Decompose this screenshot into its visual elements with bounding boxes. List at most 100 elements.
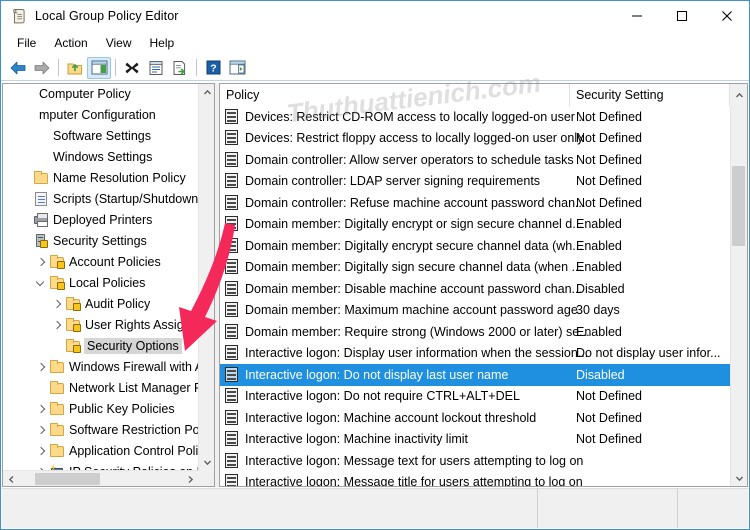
folder-icon [49, 422, 65, 438]
tree-hscroll-thumb[interactable] [35, 473, 100, 485]
menu-action[interactable]: Action [47, 33, 96, 53]
tree-item-security-settings[interactable]: Security Settings [3, 230, 198, 251]
table-row[interactable]: Domain member: Digitally encrypt secure … [220, 235, 730, 257]
table-row[interactable]: Domain member: Require strong (Windows 2… [220, 321, 730, 343]
tree-vertical-scrollbar[interactable] [198, 84, 214, 470]
tree-item-label: Scripts (Startup/Shutdown) [53, 191, 198, 206]
forward-icon[interactable] [30, 57, 54, 79]
list-scroll-up-icon[interactable] [731, 87, 747, 103]
tree-scroll-right-icon[interactable] [182, 471, 198, 486]
policy-list-pane[interactable]: Policy Security Setting Devices: Restric… [219, 83, 748, 487]
table-row[interactable]: Interactive logon: Do not require CTRL+A… [220, 386, 730, 408]
window-controls [614, 1, 749, 31]
policy-setting-icon [224, 366, 240, 383]
table-row[interactable]: Domain controller: LDAP server signing r… [220, 171, 730, 193]
chevron-right-icon[interactable] [49, 296, 65, 312]
tree-item-windows-firewall-with-advan[interactable]: Windows Firewall with Advan [3, 356, 198, 377]
table-row[interactable]: Devices: Restrict floppy access to local… [220, 128, 730, 150]
policy-name: Domain member: Disable machine account p… [245, 281, 582, 296]
folder-icon [49, 380, 65, 396]
tree-item-name-resolution-policy[interactable]: Name Resolution Policy [3, 167, 198, 188]
tree-scroll-up-icon[interactable] [199, 84, 214, 100]
menu-bar: File Action View Help [1, 31, 749, 55]
table-row[interactable]: Domain member: Digitally sign secure cha… [220, 257, 730, 279]
table-row[interactable]: Interactive logon: Message title for use… [220, 472, 730, 486]
tree-scroll-down-icon[interactable] [199, 454, 214, 470]
tree-item-security-options[interactable]: Security Options [3, 335, 198, 356]
tree-item-account-policies[interactable]: Account Policies [3, 251, 198, 272]
tree-item-audit-policy[interactable]: Audit Policy [3, 293, 198, 314]
table-row[interactable]: Domain member: Digitally encrypt or sign… [220, 214, 730, 236]
security-setting-value: 30 days [576, 303, 620, 318]
column-policy[interactable]: Policy [220, 84, 570, 106]
close-button[interactable] [704, 1, 749, 31]
chevron-right-icon[interactable] [33, 254, 49, 270]
column-security-setting[interactable]: Security Setting [570, 84, 730, 106]
policy-name: Domain member: Digitally encrypt or sign… [245, 217, 583, 232]
policy-name: Devices: Restrict CD-ROM access to local… [245, 109, 589, 124]
up-one-level-icon[interactable] [63, 57, 87, 79]
tree-item-scripts-startup-shutdown[interactable]: Scripts (Startup/Shutdown) [3, 188, 198, 209]
policy-setting-icon [224, 194, 240, 211]
table-row[interactable]: Domain member: Maximum machine account p… [220, 300, 730, 322]
menu-help[interactable]: Help [143, 33, 184, 53]
tree-item-public-key-policies[interactable]: Public Key Policies [3, 398, 198, 419]
chevron-right-icon[interactable] [33, 422, 49, 438]
console-tree-pane[interactable]: Computer Policy mputer Configuration Softw… [2, 83, 215, 487]
chevron-down-icon[interactable] [33, 275, 49, 291]
show-action-pane-icon[interactable] [225, 57, 249, 79]
maximize-button[interactable] [659, 1, 704, 31]
policy-name: Domain controller: Allow server operator… [245, 152, 574, 167]
table-row[interactable]: Interactive logon: Machine account locko… [220, 407, 730, 429]
policy-setting-icon [224, 323, 240, 340]
tree-item-mputer-configuration[interactable]: mputer Configuration [3, 104, 198, 125]
table-row[interactable]: Interactive logon: Do not display last u… [220, 364, 730, 386]
toolbar: ? [1, 55, 749, 81]
chevron-right-icon[interactable] [33, 443, 49, 459]
chevron-right-icon[interactable] [33, 401, 49, 417]
policy-name: Interactive logon: Display user informat… [245, 346, 589, 361]
tree-item-deployed-printers[interactable]: Deployed Printers [3, 209, 198, 230]
policy-name: Interactive logon: Machine inactivity li… [245, 432, 469, 447]
chevron-right-icon[interactable] [33, 359, 49, 375]
list-vscroll-thumb[interactable] [732, 166, 745, 246]
minimize-button[interactable] [614, 1, 659, 31]
back-icon[interactable] [6, 57, 30, 79]
tree-item-software-restriction-policies[interactable]: Software Restriction Policies [3, 419, 198, 440]
table-row[interactable]: Interactive logon: Message text for user… [220, 450, 730, 472]
security-setting-value: Not Defined [576, 195, 643, 210]
security-setting-value: Not Defined [576, 174, 643, 189]
tree-item-application-control-policies[interactable]: Application Control Policies [3, 440, 198, 461]
export-list-icon[interactable] [168, 57, 192, 79]
tree-item-user-rights-assignment[interactable]: User Rights Assignment [3, 314, 198, 335]
policy-setting-icon [224, 302, 240, 318]
table-row[interactable]: Domain controller: Refuse machine accoun… [220, 192, 730, 214]
tree-scroll-left-icon[interactable] [3, 471, 19, 486]
table-row[interactable]: Interactive logon: Machine inactivity li… [220, 429, 730, 451]
tree-item-software-settings[interactable]: Software Settings [3, 125, 198, 146]
help-icon[interactable]: ? [201, 57, 225, 79]
properties-icon[interactable] [144, 57, 168, 79]
policy-setting-icon [224, 452, 240, 469]
tree-twisty-placeholder [17, 212, 33, 228]
tree-item-local-policies[interactable]: Local Policies [3, 272, 198, 293]
policy-setting-icon [224, 280, 240, 297]
tree-twisty-placeholder [17, 149, 33, 165]
chevron-right-icon[interactable] [49, 317, 65, 333]
show-hide-console-tree-icon[interactable] [87, 56, 111, 79]
tree-item-windows-settings[interactable]: Windows Settings [3, 146, 198, 167]
list-vertical-scrollbar[interactable] [730, 106, 747, 486]
table-row[interactable]: Devices: Restrict CD-ROM access to local… [220, 106, 730, 128]
tree-horizontal-scrollbar[interactable] [3, 470, 198, 486]
menu-view[interactable]: View [99, 33, 141, 53]
list-scroll-up-area [730, 84, 747, 106]
tree-item-network-list-manager-policie[interactable]: Network List Manager Policie [3, 377, 198, 398]
list-scroll-down-icon[interactable] [731, 470, 747, 486]
table-row[interactable]: Interactive logon: Display user informat… [220, 343, 730, 365]
table-row[interactable]: Domain member: Disable machine account p… [220, 278, 730, 300]
table-row[interactable]: Domain controller: Allow server operator… [220, 149, 730, 171]
policy-name: Domain member: Maximum machine account p… [245, 303, 578, 318]
delete-icon[interactable] [120, 57, 144, 79]
tree-item-computer-policy[interactable]: Computer Policy [3, 84, 198, 104]
menu-file[interactable]: File [10, 33, 45, 53]
